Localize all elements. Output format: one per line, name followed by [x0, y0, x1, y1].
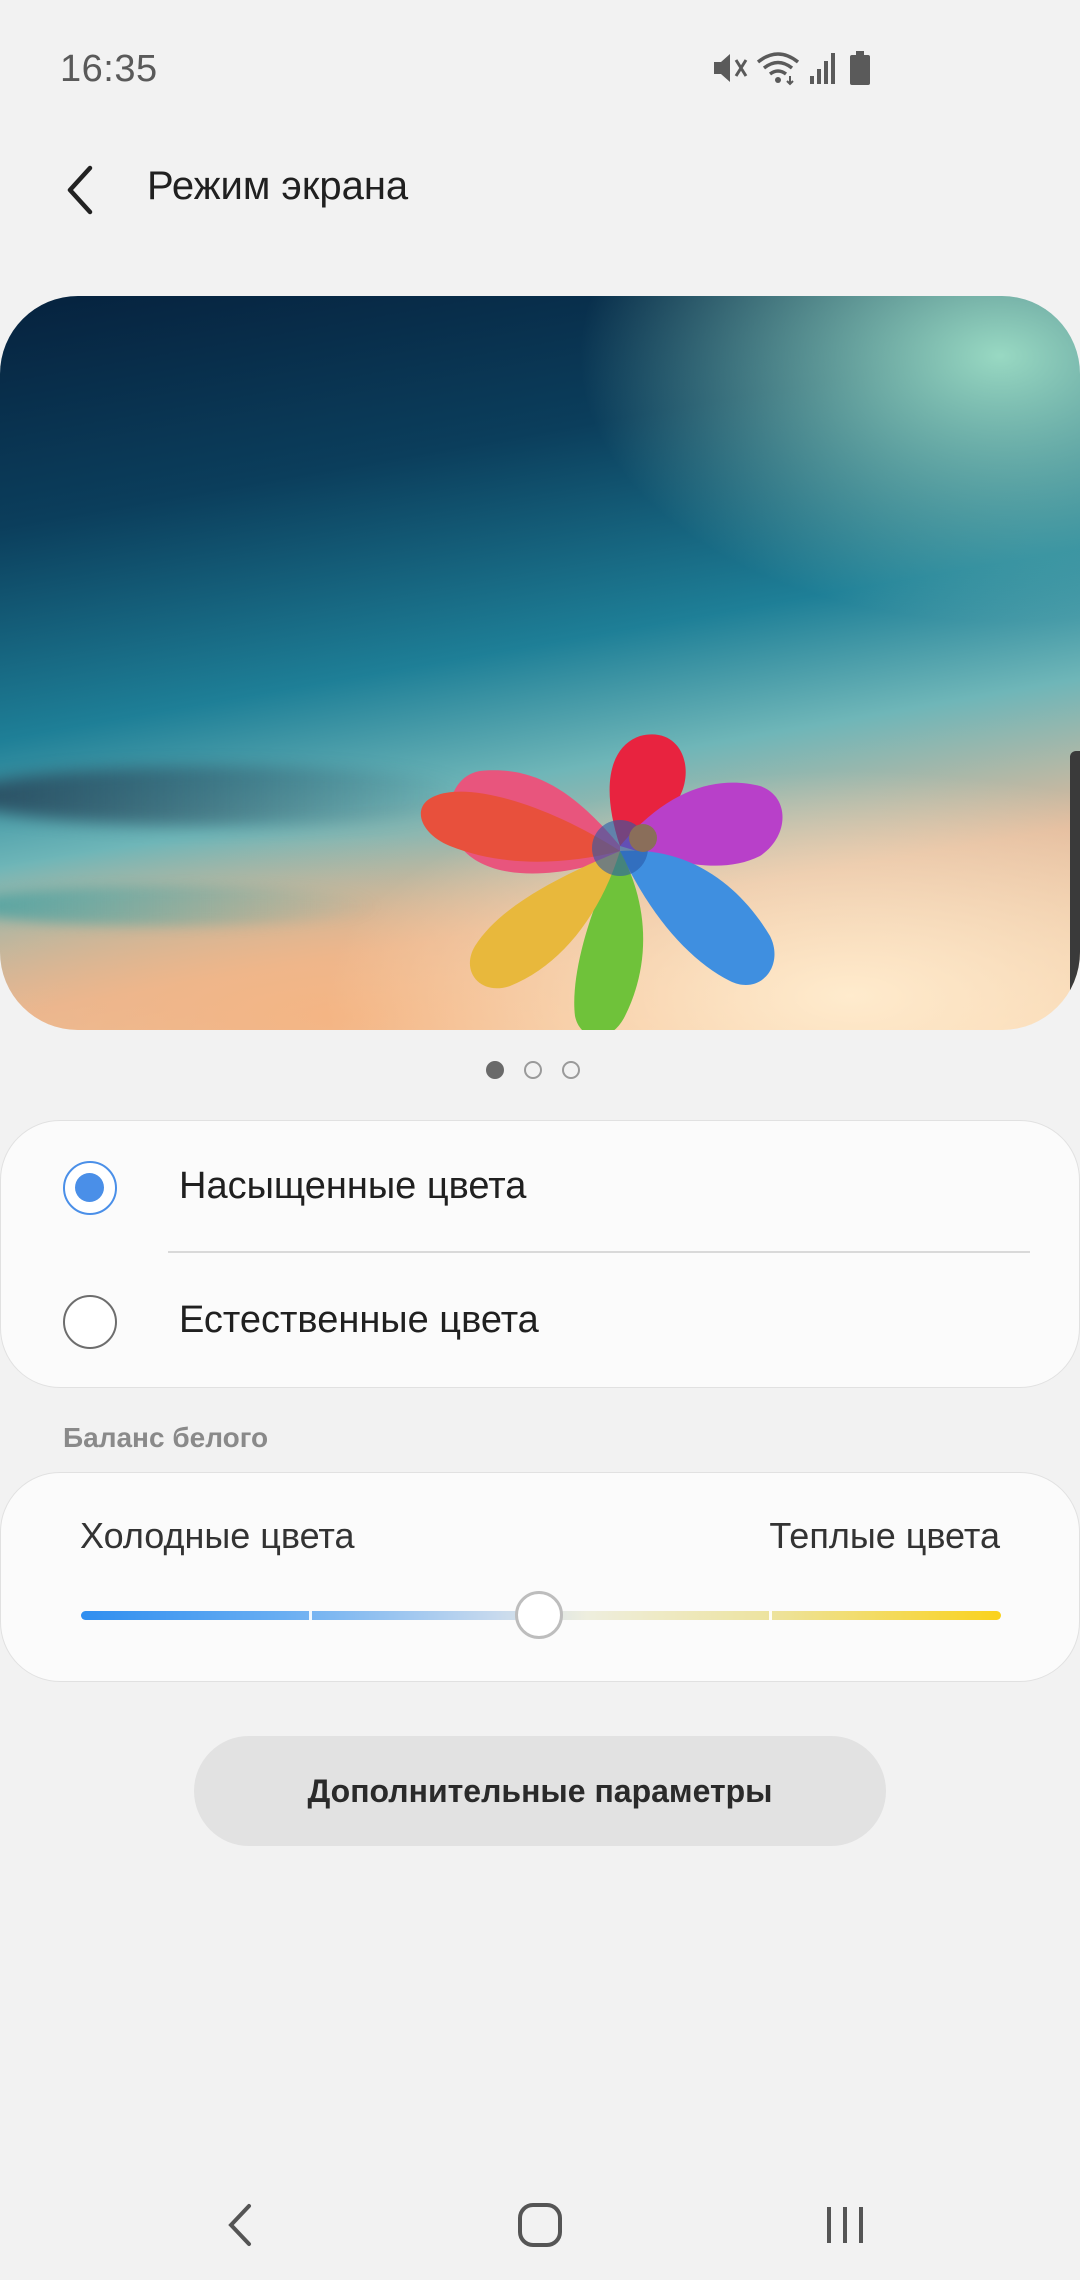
back-arrow-icon	[67, 165, 93, 215]
back-button[interactable]	[50, 158, 114, 222]
page-dot[interactable]	[486, 1061, 504, 1079]
page-dot[interactable]	[562, 1061, 580, 1079]
white-balance-section-label: Баланс белого	[63, 1422, 269, 1453]
status-icons	[710, 50, 880, 90]
navigation-bar	[0, 2160, 1080, 2280]
screen-mode-card: Насыщенные цвета Естественные цвета	[0, 1120, 1080, 1388]
page-indicator	[486, 1058, 596, 1082]
status-time: 16:35	[60, 48, 158, 90]
app-bar: Режим экрана	[0, 140, 1080, 240]
white-balance-slider-thumb[interactable]	[515, 1591, 563, 1639]
home-icon	[518, 2203, 562, 2247]
edge-panel-handle[interactable]	[1070, 751, 1080, 1030]
warm-colors-label: Теплые цвета	[769, 1515, 1000, 1556]
back-icon	[228, 2204, 251, 2246]
nav-home-button[interactable]	[500, 2190, 580, 2260]
status-bar: 16:35	[0, 0, 1080, 140]
vivid-radio[interactable]	[63, 1161, 117, 1215]
white-balance-card: Холодные цвета Теплые цвета	[0, 1472, 1080, 1682]
slider-tick	[309, 1611, 312, 1620]
slider-tick	[769, 1611, 772, 1620]
divider	[168, 1251, 1030, 1253]
page-dot[interactable]	[524, 1061, 542, 1079]
advanced-settings-button[interactable]: Дополнительные параметры	[194, 1736, 886, 1846]
option-label: Насыщенные цвета	[179, 1165, 527, 1207]
recents-icon	[827, 2207, 863, 2243]
nav-recents-button[interactable]	[805, 2190, 885, 2260]
mute-icon	[714, 54, 748, 82]
wifi-icon	[756, 52, 800, 86]
option-natural[interactable]: Естественные цвета	[1, 1255, 1080, 1389]
option-vivid[interactable]: Насыщенные цвета	[1, 1121, 1080, 1255]
natural-radio[interactable]	[63, 1295, 117, 1349]
battery-icon	[850, 51, 870, 85]
page-title: Режим экрана	[147, 164, 409, 208]
pinwheel-image	[420, 734, 783, 1030]
option-label: Естественные цвета	[179, 1299, 539, 1341]
signal-icon	[810, 53, 835, 84]
cold-colors-label: Холодные цвета	[80, 1515, 355, 1556]
preview-cloud-streak	[0, 886, 380, 926]
nav-back-button[interactable]	[200, 2190, 280, 2260]
preview-image[interactable]	[0, 296, 1080, 1030]
